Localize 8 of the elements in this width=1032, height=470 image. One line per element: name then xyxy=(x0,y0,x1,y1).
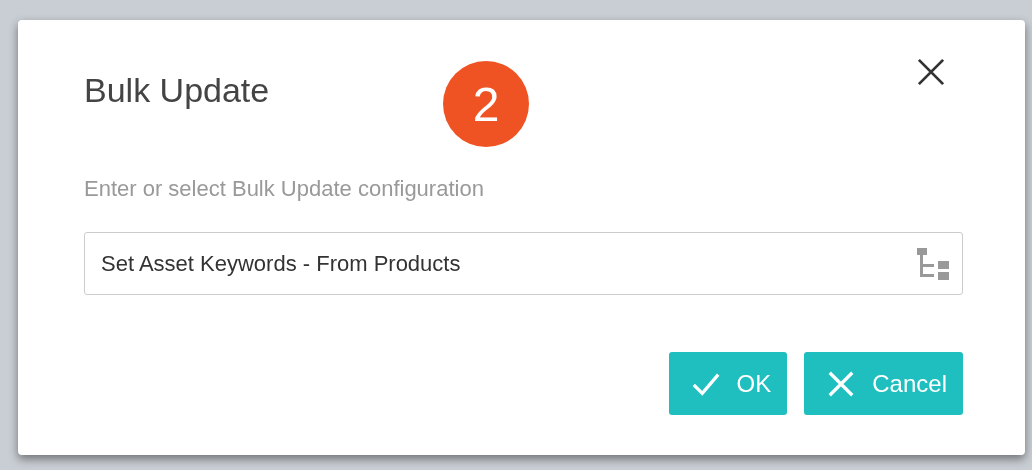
dialog-title: Bulk Update xyxy=(84,70,270,110)
field-label: Enter or select Bulk Update configuration xyxy=(84,176,485,202)
close-icon[interactable] xyxy=(917,58,945,86)
configuration-field[interactable]: Set Asset Keywords - From Products xyxy=(84,232,963,295)
step-badge: 2 xyxy=(443,61,529,147)
ok-button[interactable]: OK xyxy=(668,352,788,415)
tree-icon[interactable] xyxy=(915,246,951,282)
cancel-button[interactable]: Cancel xyxy=(804,352,963,415)
